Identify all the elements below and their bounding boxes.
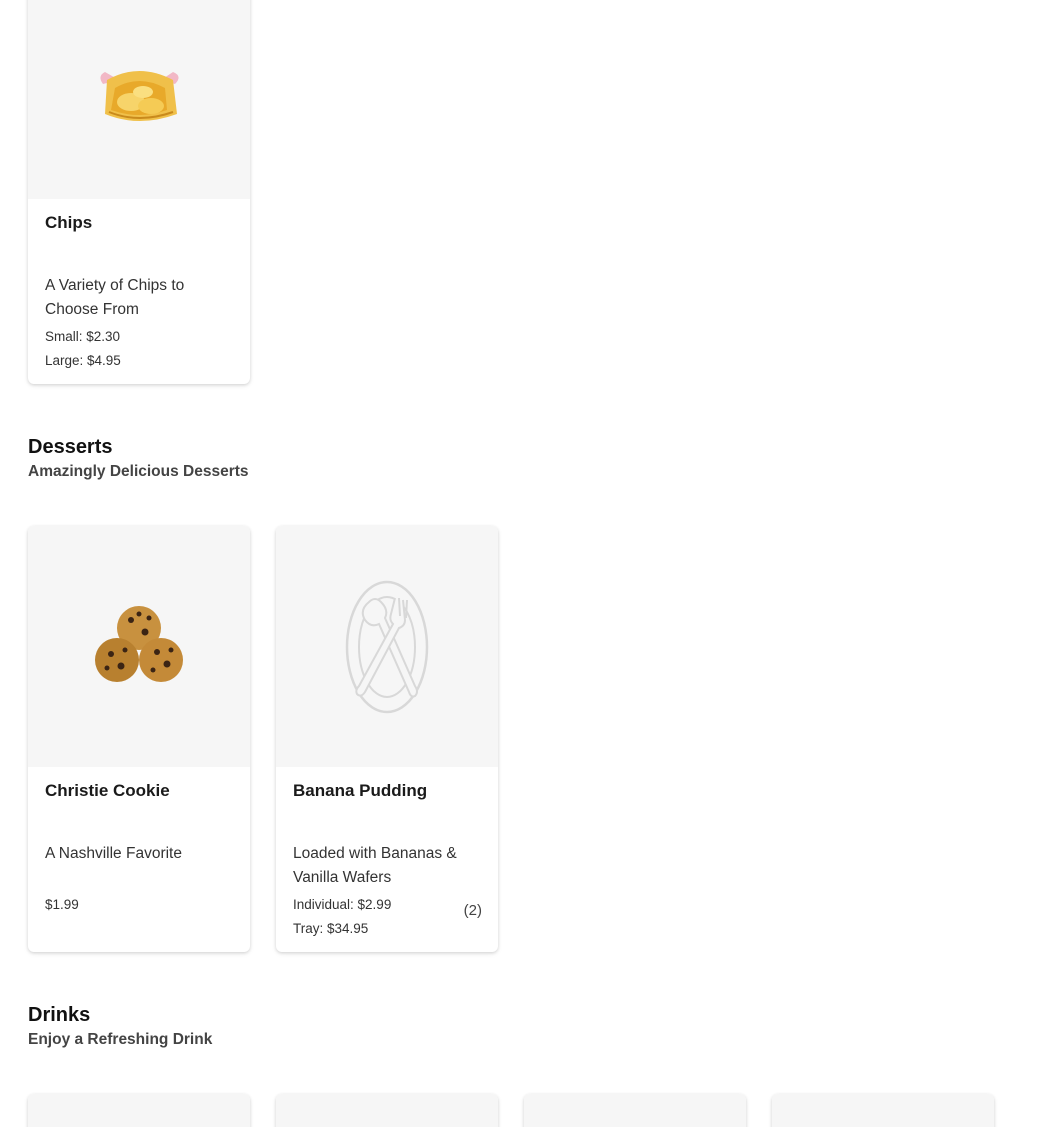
menu-item-card-drink[interactable]: [28, 1094, 250, 1127]
menu-item-name: Chips: [45, 213, 93, 232]
menu-item-card-christie-cookie[interactable]: Christie Cookie A Nashville Favorite $1.…: [28, 526, 250, 952]
section-title-desserts: Desserts: [28, 436, 113, 458]
menu-item-image: [524, 1094, 746, 1127]
section-subtitle-drinks: Enjoy a Refreshing Drink: [28, 1031, 213, 1048]
menu-item-card-drink[interactable]: [524, 1094, 746, 1127]
menu-item-prices: $1.99: [45, 893, 79, 917]
rating-count: (2): [463, 902, 482, 919]
menu-item-name: Christie Cookie: [45, 781, 170, 800]
menu-item-name: Banana Pudding: [293, 781, 428, 800]
menu-item-image: [772, 1094, 994, 1127]
menu-item-description: Loaded with Bananas & Vanilla Wafers: [293, 845, 457, 886]
placeholder-plate-icon: [345, 580, 429, 713]
price-small: Small: $2.30: [45, 329, 121, 344]
menu-item-card-drink[interactable]: [772, 1094, 994, 1127]
section-subtitle-desserts: Amazingly Delicious Desserts: [28, 463, 249, 480]
section-title-drinks: Drinks: [28, 1004, 91, 1026]
menu-item-image: [276, 1094, 498, 1127]
price-single: $1.99: [45, 897, 79, 912]
menu-item-image: [28, 1094, 250, 1127]
menu-item-prices: Small: $2.30 Large: $4.95: [45, 325, 121, 373]
price-individual: Individual: $2.99: [293, 897, 392, 912]
cookies-image: [95, 605, 183, 682]
menu-item-prices: Individual: $2.99 Tray: $34.95: [293, 893, 391, 941]
menu-item-card-chips[interactable]: Chips A Variety of Chips to Choose From …: [28, 0, 250, 384]
chips-bag-image: [100, 70, 179, 121]
price-tray: Tray: $34.95: [293, 921, 369, 936]
price-large: Large: $4.95: [45, 353, 121, 368]
menu-item-image: [276, 526, 498, 767]
menu-page: Chips A Variety of Chips to Choose From …: [0, 0, 1042, 1127]
menu-item-description: A Nashville Favorite: [45, 845, 182, 862]
menu-item-image: [28, 0, 250, 199]
menu-item-image: [28, 526, 250, 767]
menu-item-description: A Variety of Chips to Choose From: [45, 277, 185, 318]
menu-item-card-banana-pudding[interactable]: Banana Pudding Loaded with Bananas & Van…: [276, 526, 498, 952]
menu-item-card-drink[interactable]: [276, 1094, 498, 1127]
